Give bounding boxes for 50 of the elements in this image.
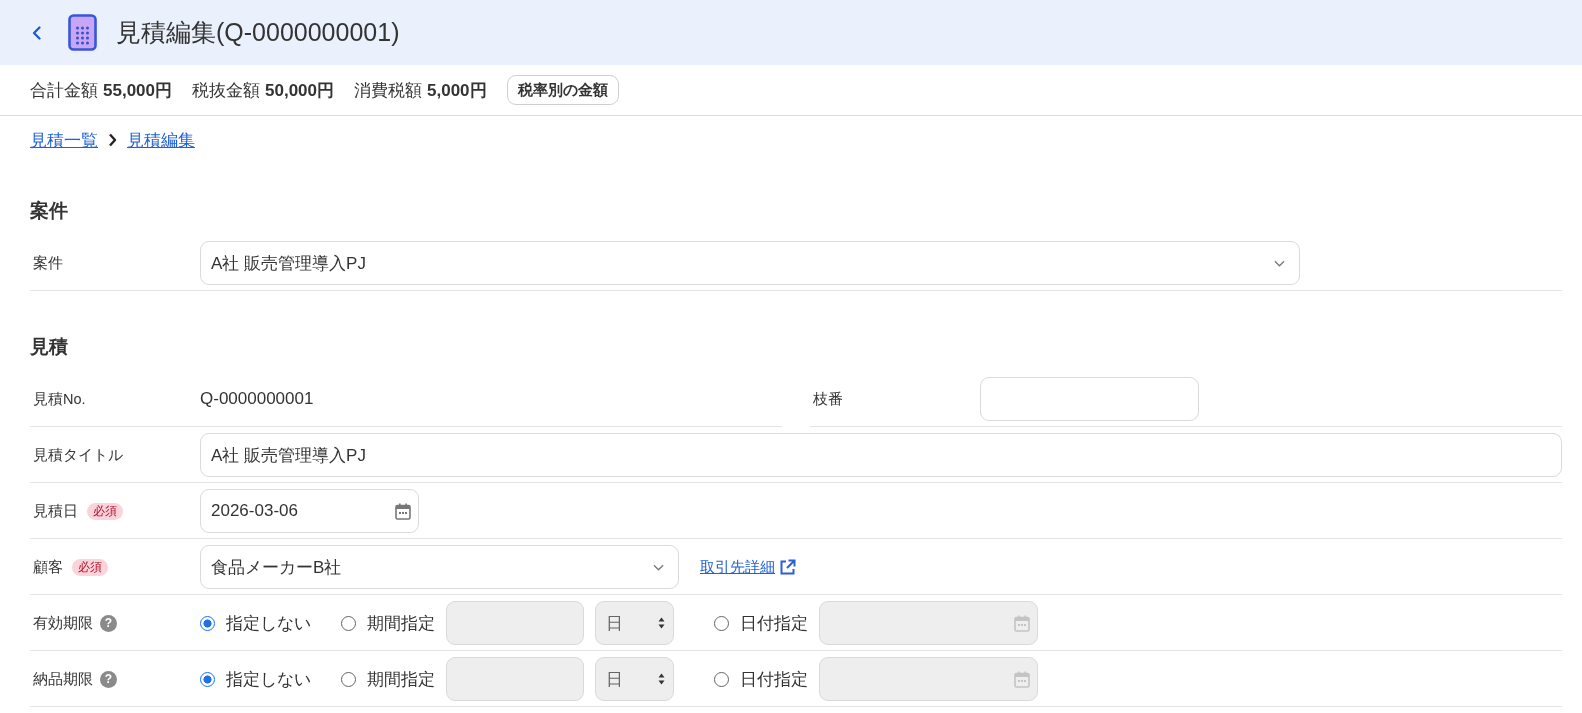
text-field[interactable] [980, 377, 1199, 421]
caret-icon [1274, 259, 1285, 267]
radio-option[interactable]: 期間指定 [341, 667, 435, 691]
radio-icon[interactable] [200, 671, 215, 687]
field-label: 見積日 [33, 501, 78, 521]
field-label: 見積タイトル [33, 445, 123, 465]
field-label: 案件 [33, 253, 63, 273]
section-title: 見積 [30, 335, 69, 359]
tax-rate-button[interactable]: 税率別の金額 [506, 75, 619, 105]
summary-label: 税抜金額 [192, 79, 260, 102]
calculator-icon [68, 14, 97, 51]
field-label: 見積No. [33, 389, 86, 409]
radio-option[interactable]: 指定しない [200, 667, 311, 691]
section-title: 案件 [30, 199, 69, 223]
summary-value: 55,000円 [103, 79, 172, 102]
radio-icon[interactable] [714, 615, 729, 631]
summary-label: 合計金額 [30, 79, 98, 102]
caret-icon [653, 563, 664, 571]
required-badge: 必須 [72, 558, 108, 576]
radio-icon[interactable] [341, 671, 356, 687]
field-label: 有効期限 [33, 613, 93, 633]
customer-detail-link[interactable]: 取引先詳細 [700, 557, 796, 577]
field-label: 顧客 [33, 557, 63, 577]
text-field[interactable]: A社 販売管理導入PJ [200, 433, 1562, 477]
calendar-icon[interactable] [395, 502, 411, 520]
breadcrumb-link[interactable]: 見積一覧 [30, 128, 98, 152]
summary-value: 5,000円 [427, 79, 487, 102]
field-label: 納品期限 [33, 669, 93, 689]
radio-icon[interactable] [200, 615, 215, 631]
radio-icon[interactable] [341, 615, 356, 631]
radio-icon[interactable] [714, 671, 729, 687]
back-icon[interactable] [32, 25, 41, 40]
select-field[interactable]: A社 販売管理導入PJ [200, 241, 1300, 285]
external-link-icon [779, 558, 796, 576]
summary-label: 消費税額 [354, 79, 422, 102]
required-badge: 必須 [87, 502, 123, 520]
radio-option[interactable]: 期間指定 [341, 611, 435, 635]
radio-option[interactable]: 日付指定 [714, 667, 808, 691]
chevron-right-icon [108, 133, 117, 147]
field-label: 枝番 [813, 389, 843, 409]
date-field[interactable]: 2026-03-06 [200, 489, 419, 533]
breadcrumb-link[interactable]: 見積編集 [127, 128, 195, 152]
summary-value: 50,000円 [265, 79, 334, 102]
radio-option[interactable]: 指定しない [200, 611, 311, 635]
field-value: Q-0000000001 [200, 389, 314, 409]
radio-option[interactable]: 日付指定 [714, 611, 808, 635]
page-title: 見積編集(Q-0000000001) [116, 17, 400, 48]
select-field[interactable]: 食品メーカーB社 [200, 545, 679, 589]
updown-arrows-icon [658, 673, 665, 685]
updown-arrows-icon [658, 617, 665, 629]
